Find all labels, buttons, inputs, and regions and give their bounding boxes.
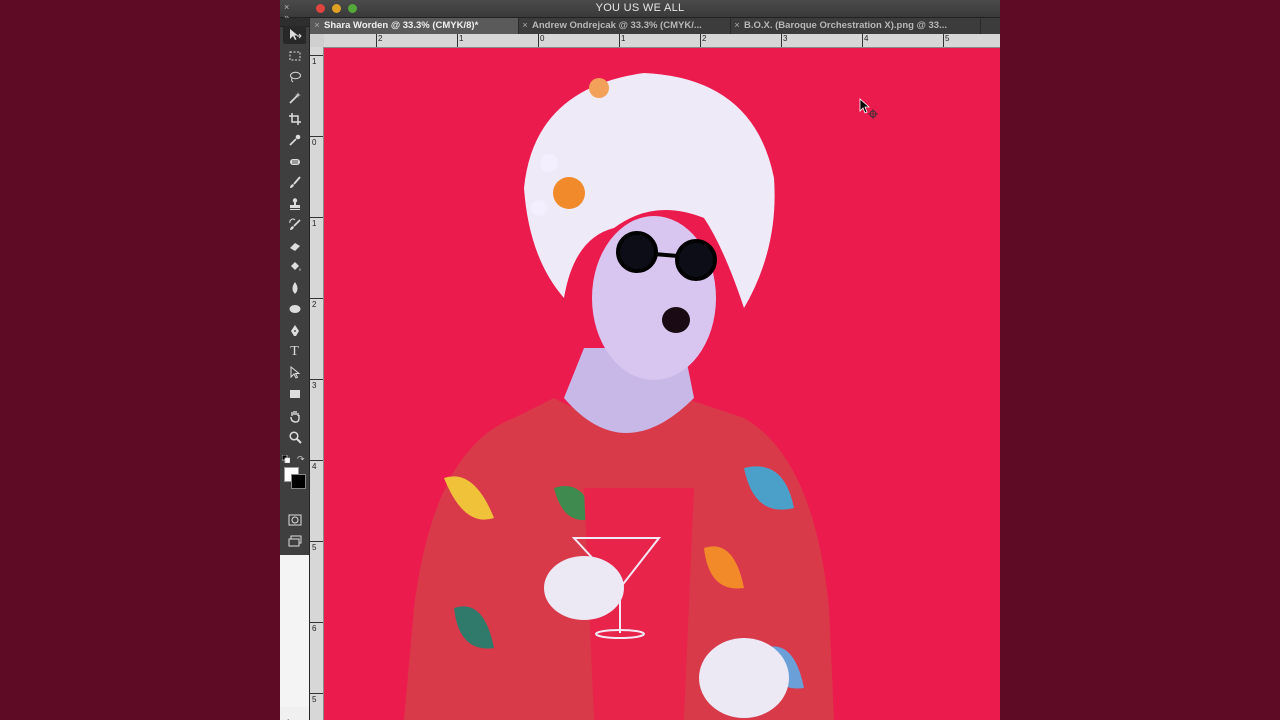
healing-brush-tool-icon: [289, 159, 300, 165]
tab-label: B.O.X. (Baroque Orchestration X).png @ 3…: [744, 20, 947, 31]
eyedropper-tool-icon: [288, 134, 300, 146]
document-tab-bar: × Shara Worden @ 33.3% (CMYK/8)* × Andrew …: [310, 18, 1000, 35]
rectangle-tool[interactable]: [283, 385, 306, 403]
ruler-tick-label: 4: [309, 460, 325, 471]
ruler-tick-label: 5: [942, 34, 950, 47]
zoom-tool-icon: [288, 431, 302, 444]
tab-label: Shara Worden @ 33.3% (CMYK/8)*: [324, 20, 479, 31]
zoom-tool[interactable]: [283, 428, 306, 446]
tools-panel: T ↷ +⌄: [280, 18, 310, 720]
tab-shara-worden[interactable]: × Shara Worden @ 33.3% (CMYK/8)*: [310, 18, 519, 34]
ruler-tick-label: 0: [537, 34, 545, 47]
blur-tool-icon: [292, 282, 297, 294]
blur-tool[interactable]: [283, 279, 306, 297]
rectangle-tool-icon: [289, 390, 300, 398]
ruler-tick-label: 6: [309, 622, 325, 633]
add-panel-button[interactable]: +⌄: [280, 707, 309, 720]
tab-box-baroque[interactable]: × B.O.X. (Baroque Orchestration X).png @ …: [730, 18, 981, 34]
ruler-tick-label: 1: [456, 34, 464, 47]
brush-tool[interactable]: [283, 174, 306, 192]
vertical-ruler[interactable]: 1 0 1 2 3 4 5 6 5: [309, 47, 325, 720]
lasso-tool-icon: [289, 71, 301, 83]
ruler-tick-label: 1: [309, 217, 325, 228]
move-tool[interactable]: [283, 26, 306, 44]
type-tool[interactable]: T: [283, 343, 306, 361]
magic-wand-tool-icon: [288, 92, 301, 104]
portrait-photo: [404, 73, 834, 720]
quick-mask-icon: [288, 514, 301, 526]
color-swatches: ↷: [280, 454, 309, 511]
crop-tool-icon: [288, 113, 301, 125]
tab-label: Andrew Ondrejcak @ 33.3% (CMYK/...: [532, 20, 702, 31]
quick-mask-button[interactable]: [283, 511, 306, 529]
ruler-tick-label: 3: [780, 34, 788, 47]
path-selection-tool[interactable]: [283, 364, 306, 382]
path-selection-tool-icon: [290, 366, 300, 379]
lasso-tool[interactable]: [283, 68, 306, 86]
type-tool-icon: T: [290, 344, 299, 359]
crop-tool[interactable]: [283, 110, 306, 128]
hand-tool[interactable]: [283, 407, 306, 425]
ruler-tick-label: 4: [861, 34, 869, 47]
horizontal-ruler[interactable]: 2 1 0 1 2 3 4 5: [324, 34, 1000, 48]
clone-stamp-tool-icon: [289, 198, 300, 210]
window-title: YOU US WE ALL: [595, 2, 685, 14]
eraser-tool[interactable]: [283, 237, 306, 255]
eraser-tool-icon: [289, 243, 300, 251]
screen-mode-icon: [288, 535, 301, 547]
dodge-tool[interactable]: [283, 300, 306, 318]
background-color-swatch[interactable]: [291, 474, 306, 489]
paint-bucket-tool-icon: [290, 262, 300, 271]
ruler-tick-label: 2: [699, 34, 707, 47]
dodge-tool-icon: [289, 305, 300, 313]
hand-tool-icon: [289, 411, 300, 423]
clone-stamp-tool[interactable]: [283, 195, 306, 213]
ruler-tick-label: 1: [309, 55, 325, 66]
title-bar: × » YOU US WE ALL: [280, 0, 1000, 22]
brush-tool-icon: [289, 176, 301, 188]
ruler-tick-label: 2: [309, 298, 325, 309]
history-brush-tool[interactable]: [283, 216, 306, 234]
ruler-tick-label: 0: [309, 136, 325, 147]
panel-background: [280, 555, 309, 707]
swap-colors-icon[interactable]: ↷: [297, 454, 305, 465]
move-tool-icon: [289, 29, 302, 40]
default-colors-icon[interactable]: [282, 455, 290, 463]
ruler-tick-label: 3: [309, 379, 325, 390]
pen-tool[interactable]: [283, 322, 306, 340]
ruler-tick-label: 5: [309, 541, 325, 552]
tab-close-icon[interactable]: ×: [310, 18, 324, 34]
ruler-tick-label: 5: [309, 693, 325, 704]
magic-wand-tool[interactable]: [283, 89, 306, 107]
ruler-tick-label: 2: [375, 34, 383, 47]
eyedropper-tool[interactable]: [283, 131, 306, 149]
tab-andrew-ondrejcak[interactable]: × Andrew Ondrejcak @ 33.3% (CMYK/...: [518, 18, 731, 34]
photoshop-window: × » YOU US WE ALL × Shara Worden @ 33.3% …: [280, 0, 1000, 720]
move-cursor-icon: [859, 98, 878, 119]
marquee-tool-icon: [289, 51, 300, 61]
document-canvas[interactable]: [324, 48, 1000, 720]
ruler-tick-label: 1: [618, 34, 626, 47]
screen-mode-button[interactable]: [283, 532, 306, 550]
tab-close-icon[interactable]: ×: [518, 18, 532, 34]
paint-bucket-tool[interactable]: [283, 258, 306, 276]
pen-tool-icon: [290, 325, 299, 336]
healing-brush-tool[interactable]: [283, 153, 306, 171]
history-brush-tool-icon: [288, 218, 301, 230]
marquee-tool[interactable]: [283, 47, 306, 65]
tab-close-icon[interactable]: ×: [730, 18, 744, 34]
